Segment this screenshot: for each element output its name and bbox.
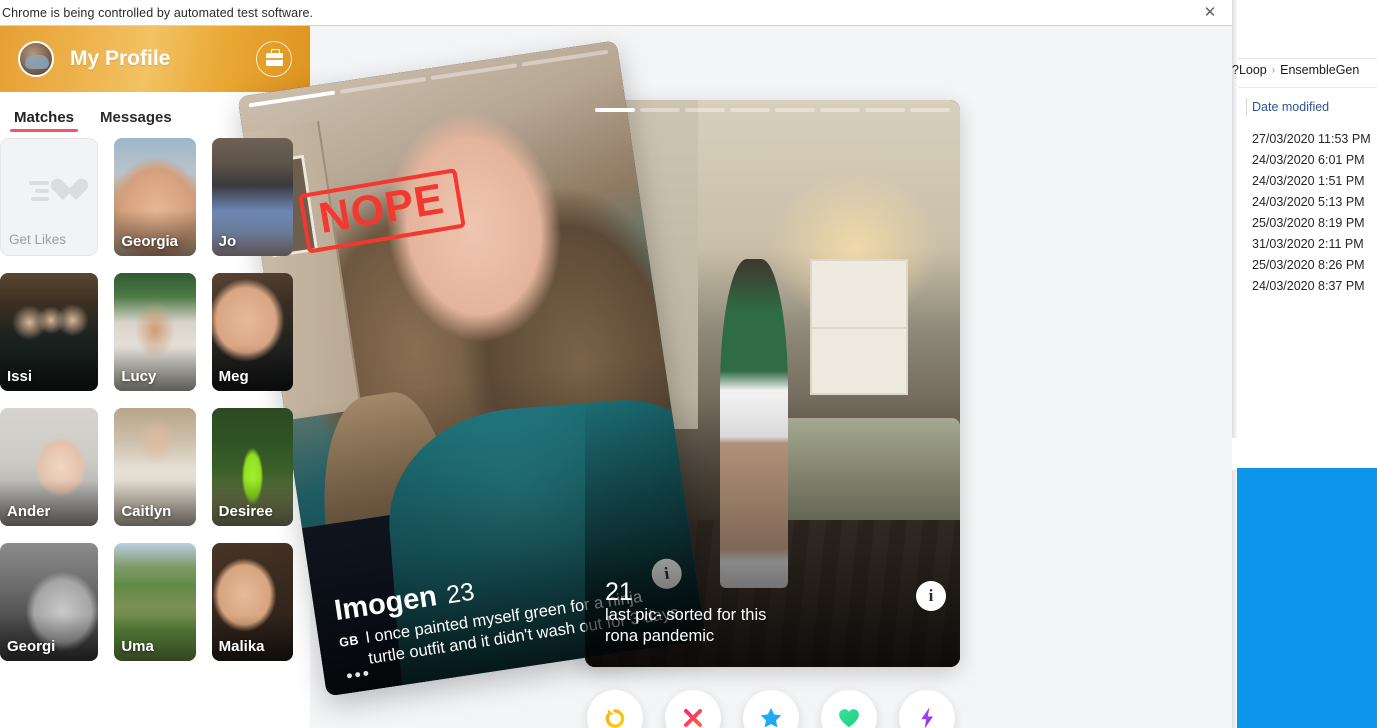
match-tile-caitlyn[interactable]: Caitlyn (114, 408, 196, 526)
card-info-back: 21 last pic- sorted for this rona pandem… (605, 577, 942, 647)
profile-header[interactable]: My Profile (0, 26, 310, 92)
tinder-app-window: My Profile Matches Messages Get Likes Ge… (0, 26, 1232, 728)
match-tile-uma[interactable]: Uma (114, 543, 196, 661)
get-likes-tile[interactable]: Get Likes (0, 138, 99, 256)
card-age: 23 (444, 577, 477, 610)
close-icon[interactable]: ✕ (1200, 3, 1220, 23)
photo-bar[interactable] (595, 108, 635, 112)
screen-root: Full-screen Snip ?Loop › EnsembleGen Dat… (0, 0, 1377, 728)
file-date-list: 27/03/2020 11:53 PM 24/03/2020 6:01 PM 2… (1252, 129, 1371, 297)
automation-notification-bar: Chrome is being controlled by automated … (0, 0, 1232, 26)
photo-bar[interactable] (685, 108, 725, 112)
match-tile-ander[interactable]: Ander (0, 408, 99, 526)
match-name: Malika (218, 638, 265, 655)
briefcase-icon[interactable] (256, 41, 292, 77)
card-name-back: 21 (605, 577, 942, 606)
card-stage: 21 last pic- sorted for this rona pandem… (237, 26, 1232, 728)
card-bio-line1: last pic- sorted for this (605, 605, 767, 624)
boost-button[interactable] (899, 690, 955, 728)
list-item[interactable]: 24/03/2020 6:01 PM (1252, 150, 1371, 171)
match-name: Issi (7, 368, 33, 385)
breadcrumb-item-1[interactable]: EnsembleGen (1280, 63, 1359, 77)
list-item[interactable]: 25/03/2020 8:26 PM (1252, 255, 1371, 276)
match-name: Ander (7, 503, 51, 520)
list-item[interactable]: 25/03/2020 8:19 PM (1252, 213, 1371, 234)
explorer-divider-header (1238, 87, 1377, 88)
match-name: Uma (121, 638, 154, 655)
photo-bar[interactable] (640, 108, 680, 112)
briefcase-glyph (265, 48, 283, 66)
photo-bar[interactable] (820, 108, 860, 112)
photo-progress-bars[interactable] (595, 108, 950, 112)
photo-bar[interactable] (775, 108, 815, 112)
star-icon (760, 707, 782, 728)
match-name: Lucy (121, 368, 157, 385)
match-tile-georgia[interactable]: Georgia (114, 138, 196, 256)
list-item[interactable]: 24/03/2020 8:37 PM (1252, 276, 1371, 297)
get-likes-label: Get Likes (9, 232, 67, 247)
list-item[interactable]: 24/03/2020 5:13 PM (1252, 192, 1371, 213)
match-name: Jo (218, 233, 237, 250)
match-tile-georgi[interactable]: Georgi (0, 543, 99, 661)
tab-messages[interactable]: Messages (100, 109, 172, 132)
lightning-bolt-icon (921, 707, 934, 728)
list-item[interactable]: 24/03/2020 1:51 PM (1252, 171, 1371, 192)
ellipsis-icon[interactable]: ••• (345, 663, 373, 687)
explorer-divider-top (1238, 58, 1377, 59)
card-age: 21 (605, 577, 633, 606)
heart-icon (839, 709, 859, 728)
page-title: My Profile (70, 47, 171, 70)
nope-button[interactable] (665, 690, 721, 728)
match-tile-jo[interactable]: Jo (211, 138, 293, 256)
match-name: Caitlyn (121, 503, 172, 520)
photo-bar[interactable] (865, 108, 905, 112)
match-name: Meg (218, 368, 249, 385)
list-item[interactable]: 27/03/2020 11:53 PM (1252, 129, 1371, 150)
match-tile-desiree[interactable]: Desiree (211, 408, 293, 526)
photo-bar[interactable] (910, 108, 950, 112)
rewind-button[interactable] (587, 690, 643, 728)
speeding-heart-icon (22, 175, 76, 205)
breadcrumb-item-0[interactable]: ?Loop (1232, 63, 1267, 77)
column-divider (1246, 98, 1247, 116)
blue-window[interactable] (1237, 468, 1377, 728)
match-tile-meg[interactable]: Meg (211, 273, 293, 391)
match-tile-lucy[interactable]: Lucy (114, 273, 196, 391)
matches-grid: Get Likes Georgia Jo Issi Lucy Meg Ander… (0, 138, 310, 728)
list-item[interactable]: 31/03/2020 2:11 PM (1252, 234, 1371, 255)
match-name: Georgia (121, 233, 179, 250)
tab-matches[interactable]: Matches (9, 109, 79, 132)
info-icon[interactable]: i (916, 581, 946, 611)
match-name: Georgi (7, 638, 56, 655)
rewind-arrow-icon (605, 709, 625, 728)
chevron-right-icon: › (1271, 64, 1276, 76)
like-button[interactable] (821, 690, 877, 728)
photo-bar[interactable] (730, 108, 770, 112)
avatar[interactable] (18, 41, 54, 77)
column-header-date-modified[interactable]: Date modified (1252, 100, 1329, 114)
card-country: GB (338, 632, 360, 650)
automation-message: Chrome is being controlled by automated … (2, 5, 314, 20)
match-tile-malika[interactable]: Malika (211, 543, 293, 661)
super-like-button[interactable] (743, 690, 799, 728)
blue-window-titlebar (1232, 438, 1377, 470)
match-tile-issi[interactable]: Issi (0, 273, 99, 391)
close-x-icon (684, 709, 702, 727)
match-name: Desiree (218, 503, 273, 520)
action-buttons (587, 690, 955, 728)
breadcrumb[interactable]: ?Loop › EnsembleGen (1232, 63, 1359, 77)
card-bio-line2: rona pandemic (605, 626, 715, 645)
